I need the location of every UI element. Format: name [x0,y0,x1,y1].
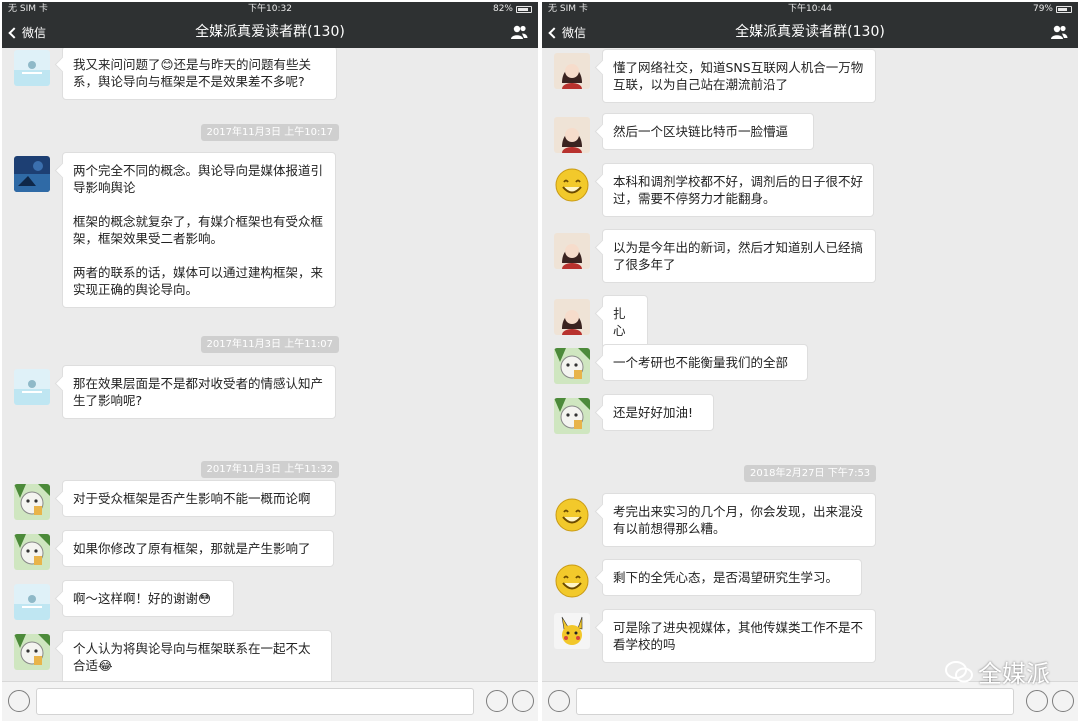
girl-avatar[interactable] [554,53,590,89]
cartoon-avatar[interactable] [14,484,50,520]
timestamp-separator: 2017年11月3日 上午11:07 [200,336,340,353]
message-bubble[interactable]: 个人认为将舆论导向与框架联系在一起不太合适😂 [62,630,332,681]
voice-icon[interactable] [8,690,30,712]
message-bubble[interactable]: 考完出来实习的几个月，你会发现，出来混没有以前想得那么糟。 [602,493,876,547]
status-bar: 无 SIM 卡 下午10:32 82% [2,2,538,17]
battery-fill [518,8,528,11]
battery-percent: 82% [492,4,513,14]
timestamp-separator: 2017年11月3日 上午11:32 [200,461,340,478]
smiley-avatar[interactable] [554,167,590,203]
smiley-avatar[interactable] [554,497,590,533]
input-bar [2,681,538,721]
girl-avatar[interactable] [554,299,590,335]
battery-icon [1056,6,1072,13]
clock: 下午10:44 [788,4,832,14]
message-list[interactable]: 懂了网络社交，知道SNS互联网人机合一万物互联，以为自己站在潮流前沿了然后一个区… [542,48,1078,681]
timestamp-separator: 2017年11月3日 上午10:17 [200,124,340,141]
message-bubble[interactable]: 然后一个区块链比特币一脸懵逼 [602,113,814,150]
timestamp-separator: 2018年2月27日 下午7:53 [744,465,877,482]
message-input[interactable] [36,688,474,715]
message-bubble[interactable]: 以为是今年出的新词，然后才知道别人已经搞了很多年了 [602,229,876,283]
pikachu-avatar[interactable] [554,613,590,649]
voice-icon[interactable] [548,690,570,712]
battery-icon [516,6,532,13]
cartoon-avatar[interactable] [554,348,590,384]
plus-icon[interactable] [512,690,534,712]
beach-avatar[interactable] [14,50,50,86]
group-members-icon[interactable] [1050,24,1068,40]
clock: 下午10:32 [248,4,292,14]
chat-title: 全媒派真爱读者群(130) [195,24,345,40]
message-bubble[interactable]: 剩下的全凭心态，是否渴望研究生学习。 [602,559,862,596]
plus-icon[interactable] [1052,690,1074,712]
message-bubble[interactable]: 我又来问问题了😊还是与昨天的问题有些关系，舆论导向与框架是不是效果差不多呢? [62,48,337,100]
watermark-text: 全媒派 [978,660,1050,688]
girl-avatar[interactable] [554,233,590,269]
nav-bar: 微信 全媒派真爱读者群(130) [2,17,538,48]
cartoon-avatar[interactable] [14,534,50,570]
wechat-logo-icon [945,660,973,682]
girl-avatar[interactable] [554,117,590,153]
emoji-icon[interactable] [486,690,508,712]
watermark: 全媒派 [944,654,1050,689]
message-list[interactable]: 我又来问问题了😊还是与昨天的问题有些关系，舆论导向与框架是不是效果差不多呢? 20… [2,48,538,681]
battery-fill [1058,8,1068,11]
message-bubble[interactable]: 如果你修改了原有框架，那就是产生影响了 [62,530,334,567]
dark-blue-avatar[interactable] [14,156,50,192]
message-bubble[interactable]: 还是好好加油! [602,394,714,431]
beach-avatar[interactable] [14,369,50,405]
message-input[interactable] [576,688,1014,715]
message-bubble[interactable]: 懂了网络社交，知道SNS互联网人机合一万物互联，以为自己站在潮流前沿了 [602,49,876,103]
cartoon-avatar[interactable] [14,634,50,670]
beach-avatar[interactable] [14,584,50,620]
cartoon-avatar[interactable] [554,398,590,434]
message-bubble[interactable]: 扎心 [602,295,648,349]
message-bubble[interactable]: 一个考研也不能衡量我们的全部 [602,344,808,381]
message-bubble[interactable]: 本科和调剂学校都不好，调剂后的日子很不好过，需要不停努力才能翻身。 [602,163,874,217]
chat-window-left: 无 SIM 卡 下午10:32 82% 微信 全媒派真爱读者群(130) 我又来… [2,2,538,721]
chat-title: 全媒派真爱读者群(130) [735,24,885,40]
message-bubble[interactable]: 啊～这样啊！好的谢谢😳 [62,580,234,617]
message-bubble[interactable]: 两个完全不同的概念。舆论导向是媒体报道引导影响舆论 框架的概念就复杂了，有媒介框… [62,152,336,308]
nav-bar: 微信 全媒派真爱读者群(130) [542,17,1078,48]
emoji-icon[interactable] [1026,690,1048,712]
message-bubble[interactable]: 对于受众框架是否产生影响不能一概而论啊 [62,480,336,517]
message-bubble[interactable]: 可是除了进央视媒体，其他传媒类工作不是不看学校的吗 [602,609,876,663]
group-members-icon[interactable] [510,24,528,40]
status-bar: 无 SIM 卡 下午10:44 79% [542,2,1078,17]
chat-window-right: 无 SIM 卡 下午10:44 79% 微信 全媒派真爱读者群(130) 懂了网… [542,2,1078,721]
smiley-avatar[interactable] [554,563,590,599]
message-bubble[interactable]: 那在效果层面是不是都对收受者的情感认知产生了影响呢? [62,365,336,419]
battery-indicator: 79% [1033,2,1072,17]
battery-percent: 79% [1032,4,1053,14]
battery-indicator: 82% [493,2,532,17]
